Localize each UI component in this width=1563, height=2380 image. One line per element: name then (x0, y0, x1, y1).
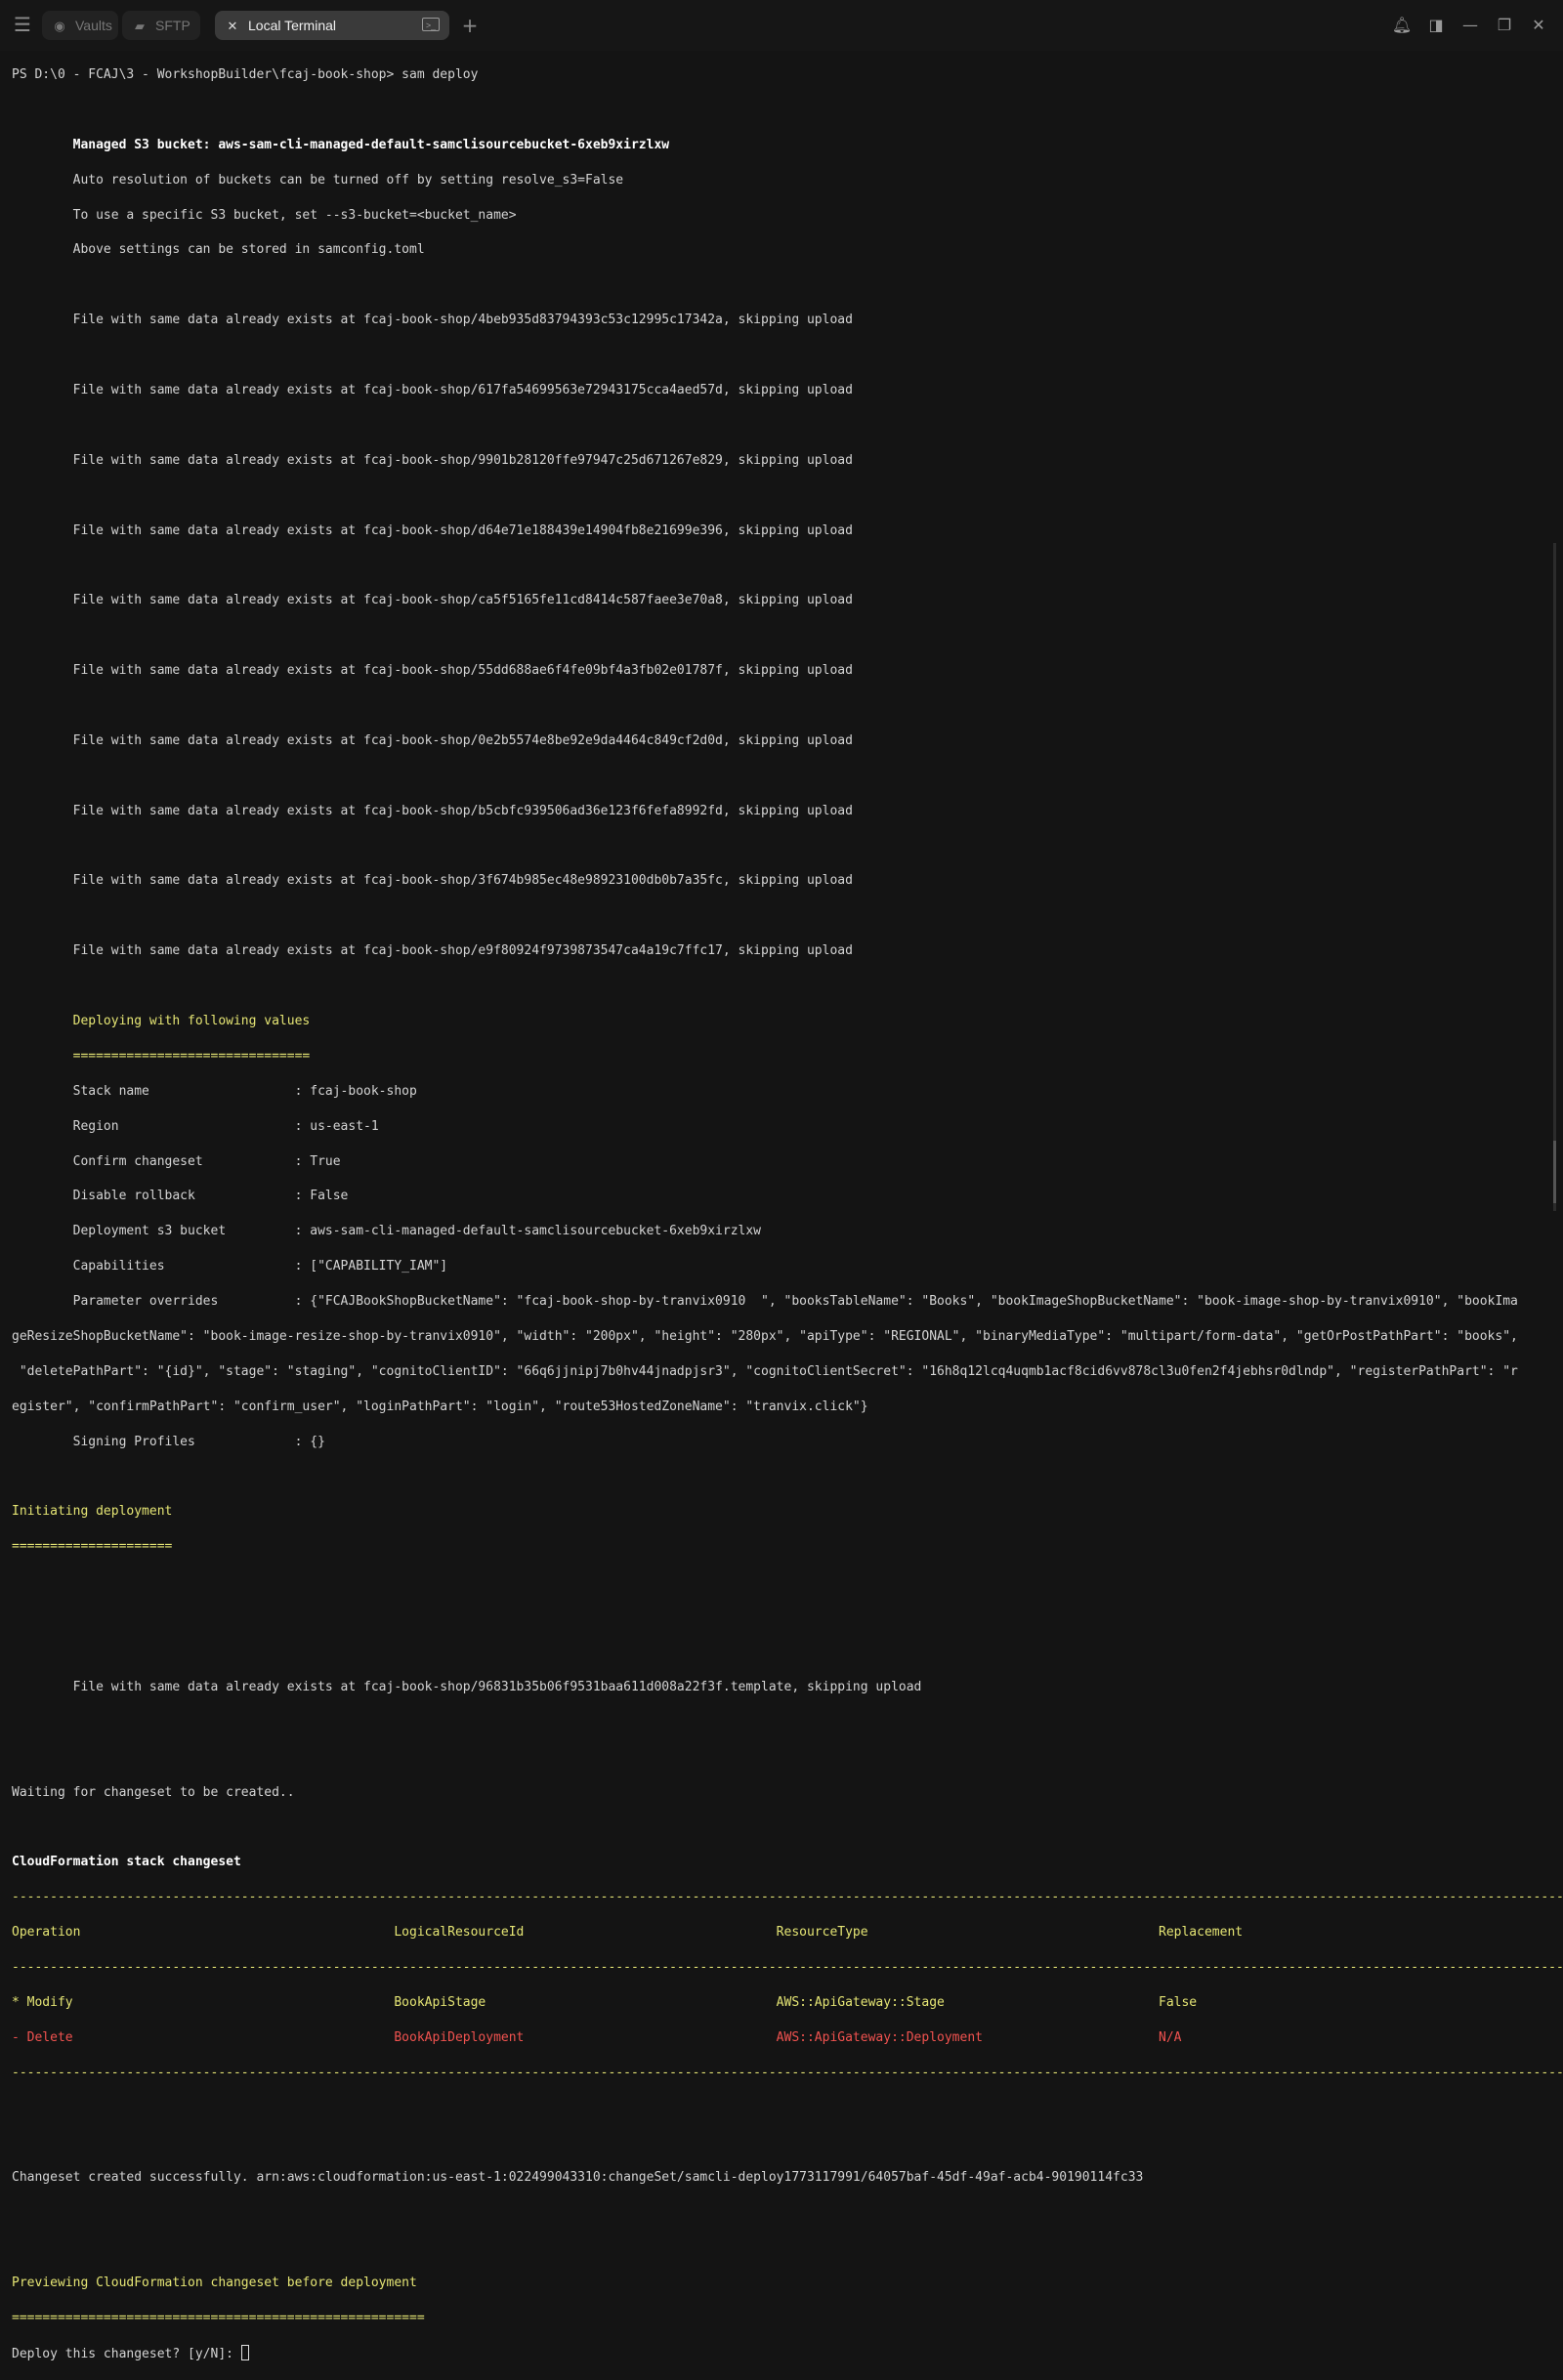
upload-line: File with same data already exists at fc… (12, 593, 853, 608)
value-line: Signing Profiles : {} (12, 1434, 325, 1449)
minimize-icon[interactable]: — (1457, 13, 1483, 38)
previewing-title: Previewing CloudFormation changeset befo… (12, 2276, 417, 2291)
upload-line: File with same data already exists at fc… (12, 452, 853, 468)
terminal-output[interactable]: PS D:\0 - FCAJ\3 - WorkshopBuilder\fcaj-… (12, 49, 1563, 2380)
value-line: Stack name : fcaj-book-shop (12, 1083, 417, 1099)
close-window-icon[interactable]: ✕ (1526, 13, 1551, 38)
upload-line: File with same data already exists at fc… (12, 873, 853, 889)
changeset-row-modify: * Modify BookApiStage AWS::ApiGateway::S… (12, 1994, 1198, 2010)
prompt-line: PS D:\0 - FCAJ\3 - WorkshopBuilder\fcaj-… (12, 66, 1551, 84)
tab-label: SFTP (155, 18, 190, 33)
text-cursor (240, 2344, 249, 2360)
value-line: geResizeShopBucketName": "book-image-res… (12, 1329, 1518, 1345)
info-line: Above settings can be stored in samconfi… (12, 242, 425, 258)
upload-line: File with same data already exists at fc… (12, 943, 853, 959)
dash-rule: ----------------------------------------… (12, 2065, 1563, 2080)
value-line: Deployment s3 bucket : aws-sam-cli-manag… (12, 1224, 762, 1239)
initiating-rule: ===================== (12, 1539, 173, 1555)
initiating-title: Initiating deployment (12, 1504, 173, 1520)
value-line: Parameter overrides : {"FCAJBookShopBuck… (12, 1294, 1518, 1310)
prompt: PS D:\0 - FCAJ\3 - WorkshopBuilder\fcaj-… (12, 66, 402, 82)
previewing-rule: ========================================… (12, 2310, 425, 2325)
folder-icon: ▰ (135, 20, 145, 34)
vault-icon: ◉ (54, 20, 65, 34)
dash-rule: ----------------------------------------… (12, 1960, 1563, 1976)
deploying-rule: =============================== (12, 1048, 311, 1064)
scrollbar-thumb[interactable] (1553, 1141, 1556, 1203)
changeset-row-delete: - Delete BookApiDeployment AWS::ApiGatew… (12, 2029, 1182, 2045)
upload-line: File with same data already exists at fc… (12, 382, 853, 397)
upload-line: File with same data already exists at fc… (12, 663, 853, 679)
notification-icon[interactable]: 🔔︎ (1389, 13, 1415, 38)
new-tab-button[interactable]: + (459, 13, 481, 38)
value-line: egister", "confirmPathPart": "confirm_us… (12, 1399, 868, 1414)
changeset-title: CloudFormation stack changeset (12, 1855, 241, 1870)
split-view-icon[interactable]: ◨ (1423, 13, 1449, 38)
value-line: Confirm changeset : True (12, 1153, 341, 1169)
upload-line: File with same data already exists at fc… (12, 803, 853, 818)
upload-line: File with same data already exists at fc… (12, 732, 853, 748)
value-line: "deletePathPart": "{id}", "stage": "stag… (12, 1363, 1518, 1379)
maximize-icon[interactable]: ❐ (1492, 13, 1517, 38)
tab-local-terminal[interactable]: ✕ Local Terminal >_ (215, 11, 449, 40)
upload-line: File with same data already exists at fc… (12, 522, 853, 538)
deploy-prompt: Deploy this changeset? [y/N]: (12, 2346, 241, 2361)
template-upload-line: File with same data already exists at fc… (12, 1679, 922, 1694)
terminal-icon: >_ (422, 18, 440, 31)
value-line: Region : us-east-1 (12, 1118, 379, 1134)
menu-icon[interactable]: ☰ (12, 14, 33, 35)
close-icon[interactable]: ✕ (225, 13, 240, 42)
deploy-prompt-line[interactable]: Deploy this changeset? [y/N]: (12, 2344, 1551, 2362)
managed-bucket-line: Managed S3 bucket: aws-sam-cli-managed-d… (12, 137, 670, 152)
scrollbar-track[interactable] (1553, 543, 1556, 1211)
tab-label: Local Terminal (248, 18, 337, 33)
value-line: Capabilities : ["CAPABILITY_IAM"] (12, 1259, 448, 1274)
info-line: Auto resolution of buckets can be turned… (12, 172, 624, 188)
tab-vaults[interactable]: ◉ Vaults (42, 11, 118, 40)
dash-rule: ----------------------------------------… (12, 1890, 1563, 1905)
info-line: To use a specific S3 bucket, set --s3-bu… (12, 207, 517, 223)
deploying-title: Deploying with following values (12, 1014, 311, 1028)
changeset-created-line: Changeset created successfully. arn:aws:… (12, 2170, 1144, 2186)
upload-line: File with same data already exists at fc… (12, 313, 853, 328)
value-line: Disable rollback : False (12, 1189, 349, 1204)
waiting-line: Waiting for changeset to be created.. (12, 1784, 295, 1800)
tab-sftp[interactable]: ▰ SFTP (122, 11, 200, 40)
tab-label: Vaults (75, 18, 112, 33)
changeset-header-row: Operation LogicalResourceId ResourceType… (12, 1925, 1244, 1941)
title-bar: ☰ ◉ Vaults ▰ SFTP ✕ Local Terminal >_ + 🔔︎ … (0, 0, 1563, 51)
command: sam deploy (401, 66, 479, 82)
